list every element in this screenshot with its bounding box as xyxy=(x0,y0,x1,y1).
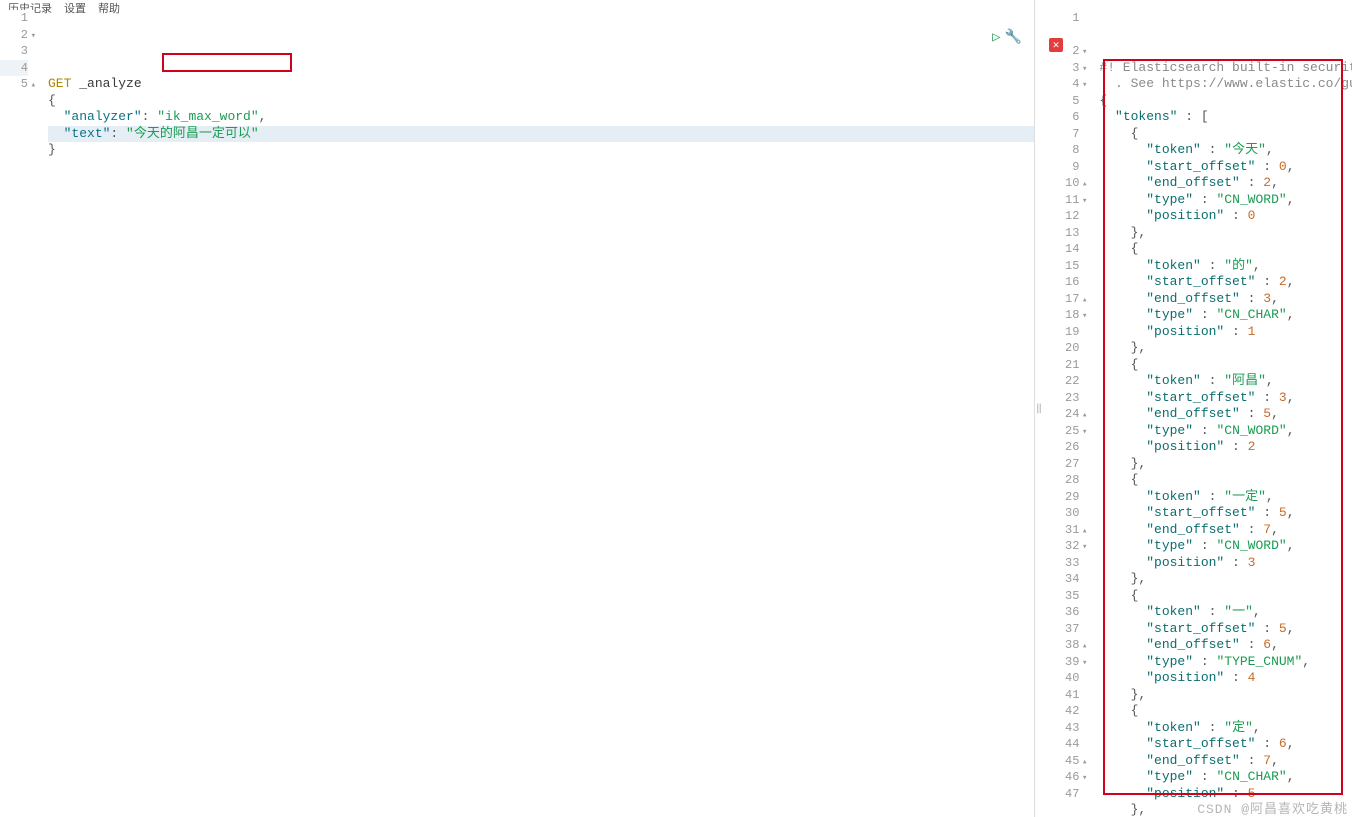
request-code[interactable]: ▷ 🔧 GET _analyze{ "analyzer": "ik_max_wo… xyxy=(34,10,1034,817)
toolbar-item[interactable]: 设置 xyxy=(64,0,86,10)
line-gutter-left: 12345 xyxy=(0,10,34,817)
response-code[interactable]: #! Elasticsearch built-in securit . See … xyxy=(1085,10,1352,817)
settings-icon[interactable]: 🔧 xyxy=(1005,30,1022,47)
highlight-analyzer-value xyxy=(162,53,292,72)
pane-splitter[interactable]: ‖ xyxy=(1035,0,1043,817)
response-editor: ✕ 12345678910111213141516171819202122232… xyxy=(1043,10,1352,817)
error-icon: ✕ xyxy=(1049,38,1063,52)
toolbar-item[interactable]: 历史记录 xyxy=(8,0,52,10)
request-editor-pane: 历史记录 设置 帮助 12345 ▷ 🔧 GET _analyze{ "anal… xyxy=(0,0,1035,817)
toolbar-item[interactable]: 帮助 xyxy=(98,0,120,10)
toolbar: 历史记录 设置 帮助 xyxy=(0,0,1034,10)
run-icon[interactable]: ▷ xyxy=(992,30,1000,47)
line-gutter-right: 1234567891011121314151617181920212223242… xyxy=(1043,10,1085,817)
request-editor[interactable]: 12345 ▷ 🔧 GET _analyze{ "analyzer": "ik_… xyxy=(0,10,1034,817)
request-actions: ▷ 🔧 xyxy=(992,30,1022,47)
response-pane: ✕ 12345678910111213141516171819202122232… xyxy=(1043,0,1352,817)
